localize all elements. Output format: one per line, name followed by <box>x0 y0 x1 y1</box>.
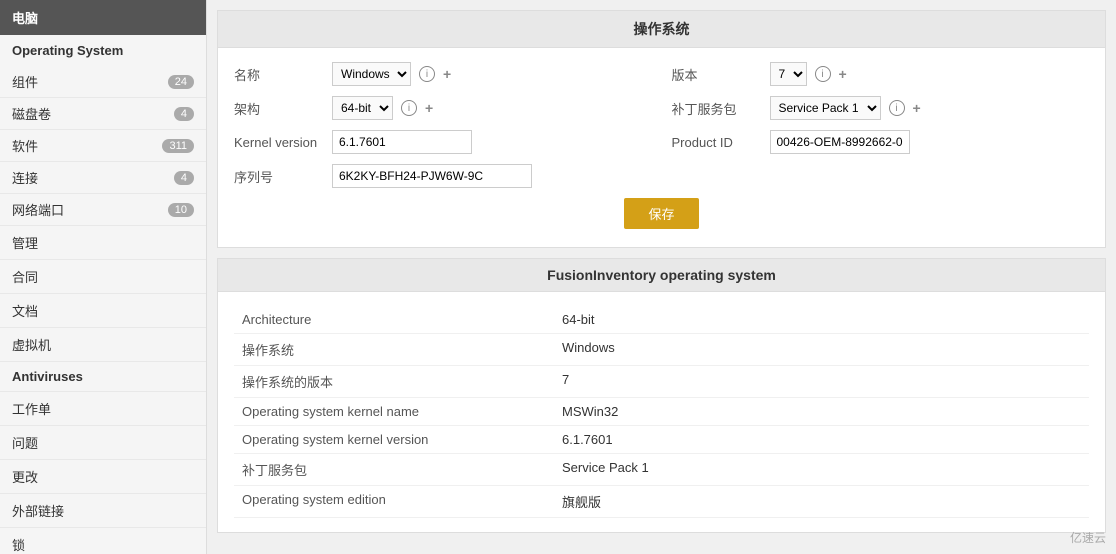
sidebar-badge-software: 311 <box>162 139 194 153</box>
os-kernel-row: Kernel version <box>234 130 652 154</box>
os-arch-row: 架构 64-bit i + <box>234 96 652 120</box>
os-version-label: 版本 <box>672 65 762 84</box>
sidebar-header: 电脑 <box>0 0 206 35</box>
save-row: 保存 <box>234 188 1089 233</box>
row-label: Operating system kernel version <box>234 426 554 454</box>
row-value: 6.1.7601 <box>554 426 1089 454</box>
row-value: MSWin32 <box>554 398 1089 426</box>
sidebar-badge-disks: 4 <box>174 107 194 121</box>
sidebar-item-label: 软件 <box>12 136 38 155</box>
fusion-info-table: Architecture 64-bit 操作系统 Windows 操作系统的版本… <box>234 306 1089 518</box>
os-productid-row: Product ID <box>672 130 1090 154</box>
table-row: Operating system kernel version 6.1.7601 <box>234 426 1089 454</box>
sidebar-item-workorders[interactable]: 工作单 <box>0 392 206 426</box>
row-value: 64-bit <box>554 306 1089 334</box>
os-card-body: 名称 Windows i + 版本 7 i + <box>218 48 1105 247</box>
fusion-card-header: FusionInventory operating system <box>218 259 1105 292</box>
os-arch-select[interactable]: 64-bit <box>332 96 393 120</box>
row-value: Service Pack 1 <box>554 454 1089 486</box>
sidebar-item-software[interactable]: 软件 311 <box>0 130 206 162</box>
os-arch-label: 架构 <box>234 99 324 118</box>
table-row: 补丁服务包 Service Pack 1 <box>234 454 1089 486</box>
os-version-select[interactable]: 7 <box>770 62 807 86</box>
os-servicepack-select[interactable]: Service Pack 1 <box>770 96 881 120</box>
main-content: 操作系统 名称 Windows i + 版本 7 <box>207 0 1116 554</box>
sidebar-item-antiviruses[interactable]: Antiviruses <box>0 362 206 392</box>
os-name-select[interactable]: Windows <box>332 62 411 86</box>
row-label: Operating system kernel name <box>234 398 554 426</box>
sidebar-item-network-ports[interactable]: 网络端口 10 <box>0 194 206 226</box>
sidebar: 电脑 Operating System 组件 24 磁盘卷 4 软件 311 连… <box>0 0 207 554</box>
os-servicepack-info-icon[interactable]: i <box>889 100 905 116</box>
sidebar-item-contracts[interactable]: 合同 <box>0 260 206 294</box>
os-servicepack-plus-button[interactable]: + <box>913 100 921 116</box>
sidebar-item-changes[interactable]: 更改 <box>0 460 206 494</box>
row-label: 操作系统的版本 <box>234 366 554 398</box>
sidebar-item-management[interactable]: 管理 <box>0 226 206 260</box>
sidebar-item-vms[interactable]: 虚拟机 <box>0 328 206 362</box>
sidebar-item-problems[interactable]: 问题 <box>0 426 206 460</box>
row-label: 补丁服务包 <box>234 454 554 486</box>
sidebar-item-label: 网络端口 <box>12 200 64 219</box>
row-label: Architecture <box>234 306 554 334</box>
sidebar-item-label: 连接 <box>12 168 38 187</box>
row-label: 操作系统 <box>234 334 554 366</box>
sidebar-item-components[interactable]: 组件 24 <box>0 66 206 98</box>
sidebar-item-label: 磁盘卷 <box>12 104 51 123</box>
table-row: Architecture 64-bit <box>234 306 1089 334</box>
os-serial-row: 序列号 <box>234 164 652 188</box>
os-serial-input[interactable] <box>332 164 532 188</box>
os-form-grid: 名称 Windows i + 版本 7 i + <box>234 62 1089 188</box>
save-button[interactable]: 保存 <box>624 198 698 229</box>
os-productid-input[interactable] <box>770 130 910 154</box>
os-name-row: 名称 Windows i + <box>234 62 652 86</box>
row-value: 旗舰版 <box>554 486 1089 518</box>
fusion-card-body: Architecture 64-bit 操作系统 Windows 操作系统的版本… <box>218 292 1105 532</box>
os-version-plus-button[interactable]: + <box>839 66 847 82</box>
row-value: 7 <box>554 366 1089 398</box>
row-label: Operating system edition <box>234 486 554 518</box>
os-kernel-input[interactable] <box>332 130 472 154</box>
table-row: 操作系统的版本 7 <box>234 366 1089 398</box>
sidebar-item-disks[interactable]: 磁盘卷 4 <box>0 98 206 130</box>
os-name-label: 名称 <box>234 65 324 84</box>
os-productid-label: Product ID <box>672 135 762 150</box>
sidebar-item-external-links[interactable]: 外部链接 <box>0 494 206 528</box>
sidebar-badge-components: 24 <box>168 75 194 89</box>
os-serial-label: 序列号 <box>234 167 324 186</box>
sidebar-badge-network-ports: 10 <box>168 203 194 217</box>
sidebar-item-lock[interactable]: 锁 <box>0 528 206 554</box>
os-arch-info-icon[interactable]: i <box>401 100 417 116</box>
os-arch-plus-button[interactable]: + <box>425 100 433 116</box>
table-row: 操作系统 Windows <box>234 334 1089 366</box>
os-servicepack-label: 补丁服务包 <box>672 99 762 118</box>
sidebar-item-connections[interactable]: 连接 4 <box>0 162 206 194</box>
table-row: Operating system edition 旗舰版 <box>234 486 1089 518</box>
sidebar-section-os: Operating System <box>0 35 206 66</box>
sidebar-item-label: 组件 <box>12 72 38 91</box>
os-card: 操作系统 名称 Windows i + 版本 7 <box>217 10 1106 248</box>
os-name-info-icon[interactable]: i <box>419 66 435 82</box>
os-card-header: 操作系统 <box>218 11 1105 48</box>
table-row: Operating system kernel name MSWin32 <box>234 398 1089 426</box>
sidebar-badge-connections: 4 <box>174 171 194 185</box>
os-version-row: 版本 7 i + <box>672 62 1090 86</box>
row-value: Windows <box>554 334 1089 366</box>
os-servicepack-row: 补丁服务包 Service Pack 1 i + <box>672 96 1090 120</box>
os-name-plus-button[interactable]: + <box>443 66 451 82</box>
fusion-card: FusionInventory operating system Archite… <box>217 258 1106 533</box>
os-version-info-icon[interactable]: i <box>815 66 831 82</box>
os-kernel-label: Kernel version <box>234 135 324 150</box>
sidebar-item-documents[interactable]: 文档 <box>0 294 206 328</box>
